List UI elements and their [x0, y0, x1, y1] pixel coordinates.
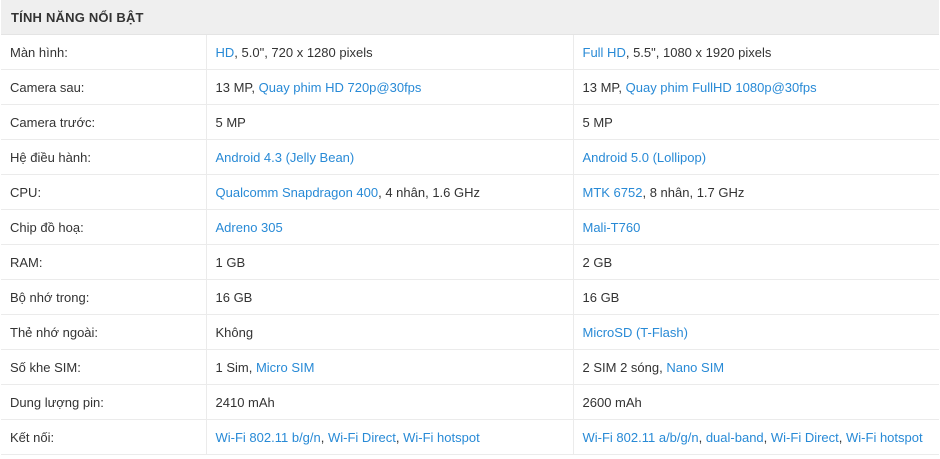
section-title: TÍNH NĂNG NỔI BẬT — [1, 0, 940, 35]
spec-link[interactable]: Quay phim HD 720p@30fps — [259, 80, 422, 95]
spec-link[interactable]: Wi-Fi 802.11 a/b/g/n — [583, 430, 699, 445]
spec-value-phone-1: Wi-Fi 802.11 b/g/n, Wi-Fi Direct, Wi-Fi … — [206, 419, 574, 455]
spec-value-phone-2: Wi-Fi 802.11 a/b/g/n, dual-band, Wi-Fi D… — [573, 419, 940, 455]
spec-text: 2 GB — [582, 254, 613, 270]
spec-value-phone-1: HD, 5.0", 720 x 1280 pixels — [206, 34, 574, 70]
spec-value-phone-1: Adreno 305 — [206, 209, 574, 245]
spec-text: 1 GB — [215, 254, 246, 270]
spec-value-phone-1: 13 MP, Quay phim HD 720p@30fps — [206, 69, 574, 105]
spec-text: 13 MP, — [215, 79, 259, 95]
spec-value-phone-2: 5 MP — [573, 104, 940, 140]
spec-text: , — [763, 429, 771, 445]
table-header-row: TÍNH NĂNG NỔI BẬT — [1, 0, 940, 35]
spec-text: , 8 nhân, 1.7 GHz — [642, 184, 745, 200]
spec-text: 2 SIM 2 sóng, — [582, 359, 667, 375]
spec-value-phone-2: 16 GB — [573, 279, 940, 315]
spec-value-phone-2: 13 MP, Quay phim FullHD 1080p@30fps — [573, 69, 940, 105]
spec-label: Kết nối: — [1, 419, 207, 455]
spec-link[interactable]: Wi-Fi hotspot — [846, 430, 923, 445]
spec-label: RAM: — [1, 244, 207, 280]
spec-text: , 5.5", 1080 x 1920 pixels — [625, 44, 772, 60]
spec-value-phone-2: Full HD, 5.5", 1080 x 1920 pixels — [573, 34, 940, 70]
table-row: Số khe SIM: 1 Sim, Micro SIM 2 SIM 2 sóng,… — [1, 349, 940, 385]
spec-link[interactable]: MicroSD (T-Flash) — [583, 325, 688, 340]
table-row: Thẻ nhớ ngoài: Không MicroSD (T-Flash) — [1, 314, 940, 350]
spec-link[interactable]: Wi-Fi 802.11 b/g/n — [216, 430, 321, 445]
spec-value-phone-2: 2 SIM 2 sóng, Nano SIM — [573, 349, 940, 385]
spec-label: Hệ điều hành: — [1, 139, 207, 175]
spec-text: 16 GB — [215, 289, 253, 305]
spec-text: , 4 nhân, 1.6 GHz — [378, 184, 481, 200]
spec-link[interactable]: Wi-Fi Direct — [771, 430, 839, 445]
spec-value-phone-1: Android 4.3 (Jelly Bean) — [206, 139, 574, 175]
spec-text: 5 MP — [215, 114, 246, 130]
spec-value-phone-2: MicroSD (T-Flash) — [573, 314, 940, 350]
spec-value-phone-1: Qualcomm Snapdragon 400, 4 nhân, 1.6 GHz — [206, 174, 574, 210]
spec-text: 16 GB — [582, 289, 620, 305]
spec-value-phone-1: Không — [206, 314, 574, 350]
spec-text: 13 MP, — [582, 79, 626, 95]
table-row: CPU: Qualcomm Snapdragon 400, 4 nhân, 1.6… — [1, 174, 940, 210]
spec-value-phone-1: 1 Sim, Micro SIM — [206, 349, 574, 385]
spec-link[interactable]: Adreno 305 — [216, 220, 283, 235]
spec-link[interactable]: Qualcomm Snapdragon 400 — [216, 185, 379, 200]
spec-link[interactable]: Quay phim FullHD 1080p@30fps — [626, 80, 817, 95]
spec-text: 2410 mAh — [215, 394, 275, 410]
spec-text: , — [698, 429, 706, 445]
table-row: Camera trước: 5 MP 5 MP — [1, 104, 940, 140]
table-row: Hệ điều hành: Android 4.3 (Jelly Bean) And… — [1, 139, 940, 175]
spec-link[interactable]: Android 4.3 (Jelly Bean) — [216, 150, 355, 165]
spec-text: , — [838, 429, 847, 445]
spec-link[interactable]: Mali-T760 — [583, 220, 641, 235]
table-row: Camera sau: 13 MP, Quay phim HD 720p@30fp… — [1, 69, 940, 105]
spec-text: 5 MP — [582, 114, 613, 130]
spec-link[interactable]: Full HD — [583, 45, 626, 60]
spec-rows: Màn hình: HD, 5.0", 720 x 1280 pixels Full… — [1, 34, 940, 455]
spec-text: Không — [215, 324, 254, 340]
spec-label: Số khe SIM: — [1, 349, 207, 385]
spec-link[interactable]: HD — [216, 45, 235, 60]
spec-label: Màn hình: — [1, 34, 207, 70]
spec-label: Bộ nhớ trong: — [1, 279, 207, 315]
spec-link[interactable]: MTK 6752 — [583, 185, 643, 200]
table-row: Kết nối: Wi-Fi 802.11 b/g/n, Wi-Fi Direct… — [1, 419, 940, 455]
spec-value-phone-2: Mali-T760 — [573, 209, 940, 245]
table-row: Bộ nhớ trong: 16 GB 16 GB — [1, 279, 940, 315]
spec-link[interactable]: Wi-Fi Direct — [328, 430, 396, 445]
spec-value-phone-2: MTK 6752, 8 nhân, 1.7 GHz — [573, 174, 940, 210]
spec-text: , 5.0", 720 x 1280 pixels — [234, 44, 373, 60]
spec-value-phone-2: 2 GB — [573, 244, 940, 280]
spec-value-phone-1: 16 GB — [206, 279, 574, 315]
table-row: Màn hình: HD, 5.0", 720 x 1280 pixels Full… — [1, 34, 940, 70]
spec-link[interactable]: Micro SIM — [256, 360, 315, 375]
spec-text: , — [320, 429, 328, 445]
spec-value-phone-2: Android 5.0 (Lollipop) — [573, 139, 940, 175]
spec-label: CPU: — [1, 174, 207, 210]
spec-value-phone-1: 2410 mAh — [206, 384, 574, 420]
spec-label: Camera sau: — [1, 69, 207, 105]
spec-link[interactable]: dual-band — [706, 430, 764, 445]
spec-comparison-table: TÍNH NĂNG NỔI BẬT Màn hình: HD, 5.0", 720… — [1, 0, 940, 455]
spec-value-phone-2: 2600 mAh — [573, 384, 940, 420]
spec-label: Camera trước: — [1, 104, 207, 140]
spec-label: Dung lượng pin: — [1, 384, 207, 420]
spec-text: 2600 mAh — [582, 394, 642, 410]
table-row: Chip đồ hoạ: Adreno 305 Mali-T760 — [1, 209, 940, 245]
spec-link[interactable]: Android 5.0 (Lollipop) — [583, 150, 707, 165]
spec-text: 1 Sim, — [215, 359, 256, 375]
table-row: Dung lượng pin: 2410 mAh 2600 mAh — [1, 384, 940, 420]
spec-value-phone-1: 5 MP — [206, 104, 574, 140]
spec-link[interactable]: Nano SIM — [666, 360, 724, 375]
table-row: RAM: 1 GB 2 GB — [1, 244, 940, 280]
spec-link[interactable]: Wi-Fi hotspot — [403, 430, 480, 445]
spec-label: Thẻ nhớ ngoài: — [1, 314, 207, 350]
spec-value-phone-1: 1 GB — [206, 244, 574, 280]
spec-label: Chip đồ hoạ: — [1, 209, 207, 245]
